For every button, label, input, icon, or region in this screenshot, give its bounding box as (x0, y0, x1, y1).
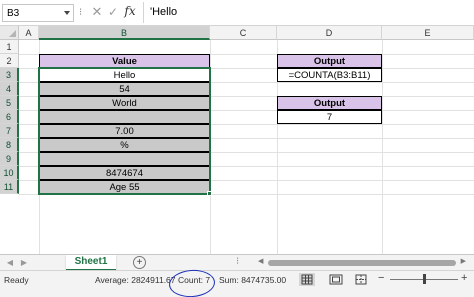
zoom-slider-thumb[interactable] (423, 274, 426, 284)
column-header-b[interactable]: B (39, 26, 210, 40)
row-header-2[interactable]: 2 (0, 54, 19, 68)
tab-split-handle[interactable]: ⁝ (236, 256, 239, 267)
zoom-out-icon[interactable]: − (378, 272, 384, 284)
name-box-value: B3 (7, 8, 20, 19)
column-header-d[interactable]: D (277, 26, 382, 40)
sheet-tab-sheet1[interactable]: Sheet1 (66, 255, 116, 271)
cell-b8[interactable]: % (39, 138, 210, 152)
grid-line (19, 194, 474, 195)
worksheet-grid[interactable]: A B C D E 1 2 3 4 5 6 7 8 9 10 11 Value … (0, 26, 474, 254)
cell-b9[interactable] (39, 152, 210, 166)
normal-view-icon[interactable] (299, 273, 315, 286)
horizontal-scrollbar[interactable]: ◀ ▶ (258, 257, 466, 267)
formula-bar-separator: ⁝ (79, 7, 83, 18)
annotation-circle (168, 268, 216, 297)
cell-b11[interactable]: Age 55 (39, 180, 210, 194)
row-header-10[interactable]: 10 (0, 166, 19, 180)
status-sum[interactable]: Sum: 8474735.00 (219, 275, 286, 285)
fill-handle[interactable] (207, 191, 212, 196)
row-header-6[interactable]: 6 (0, 110, 19, 124)
scrollbar-thumb[interactable] (268, 260, 456, 266)
cell-b10[interactable]: 8474674 (39, 166, 210, 180)
row-header-7[interactable]: 7 (0, 124, 19, 138)
row-header-5[interactable]: 5 (0, 96, 19, 110)
row-header-3[interactable]: 3 (0, 68, 19, 82)
select-all-button[interactable] (0, 26, 19, 40)
scroll-left-icon[interactable]: ◀ (258, 257, 263, 265)
grid-line (210, 40, 211, 254)
column-header-c[interactable]: C (210, 26, 277, 40)
cell-b3[interactable]: Hello (39, 68, 210, 82)
tab-prev-icon[interactable]: ◀ (4, 257, 16, 269)
enter-icon[interactable]: ✓ (106, 4, 120, 20)
zoom-in-icon[interactable]: + (461, 272, 467, 284)
tab-next-icon[interactable]: ▶ (18, 257, 30, 269)
cell-b4[interactable]: 54 (39, 82, 210, 96)
row-header-4[interactable]: 4 (0, 82, 19, 96)
status-average[interactable]: Average: 2824911.67 (95, 275, 176, 285)
status-ready: Ready (4, 275, 29, 285)
row-header-9[interactable]: 9 (0, 152, 19, 166)
row-header-1[interactable]: 1 (0, 40, 19, 54)
select-all-icon (9, 30, 16, 37)
row-header-11[interactable]: 11 (0, 180, 19, 194)
grid-line (382, 40, 383, 254)
insert-function-icon[interactable]: fx (123, 3, 137, 19)
column-header-a[interactable]: A (19, 26, 39, 40)
page-break-icon[interactable] (353, 273, 369, 286)
cancel-icon[interactable]: ✕ (90, 4, 104, 20)
formula-bar-divider (143, 2, 144, 23)
page-layout-icon[interactable] (328, 273, 344, 286)
formula-bar: B3 ⁝ ✕ ✓ fx 'Hello (0, 0, 474, 26)
column-header-e[interactable]: E (382, 26, 474, 40)
cell-d5-output-header[interactable]: Output (277, 96, 382, 110)
sheet-tab-bar: ◀ ▶ Sheet1 + ⁝ ◀ ▶ (0, 254, 474, 271)
cell-d6-result[interactable]: 7 (277, 110, 382, 124)
cell-d2-output-header[interactable]: Output (277, 54, 382, 68)
scroll-right-icon[interactable]: ▶ (461, 257, 466, 265)
cell-d3-formula-text[interactable]: =COUNTA(B3:B11) (277, 68, 382, 82)
status-bar: Ready Average: 2824911.67 Count: 7 Sum: … (0, 268, 474, 297)
add-sheet-icon[interactable]: + (133, 256, 146, 269)
cell-b2-value-header[interactable]: Value (39, 54, 210, 68)
cell-b5[interactable]: World (39, 96, 210, 110)
row-header-8[interactable]: 8 (0, 138, 19, 152)
formula-input[interactable]: 'Hello (150, 6, 177, 18)
cell-b6[interactable] (39, 110, 210, 124)
cell-b7[interactable]: 7.00 (39, 124, 210, 138)
chevron-down-icon[interactable] (64, 11, 70, 15)
name-box[interactable]: B3 (2, 4, 74, 22)
